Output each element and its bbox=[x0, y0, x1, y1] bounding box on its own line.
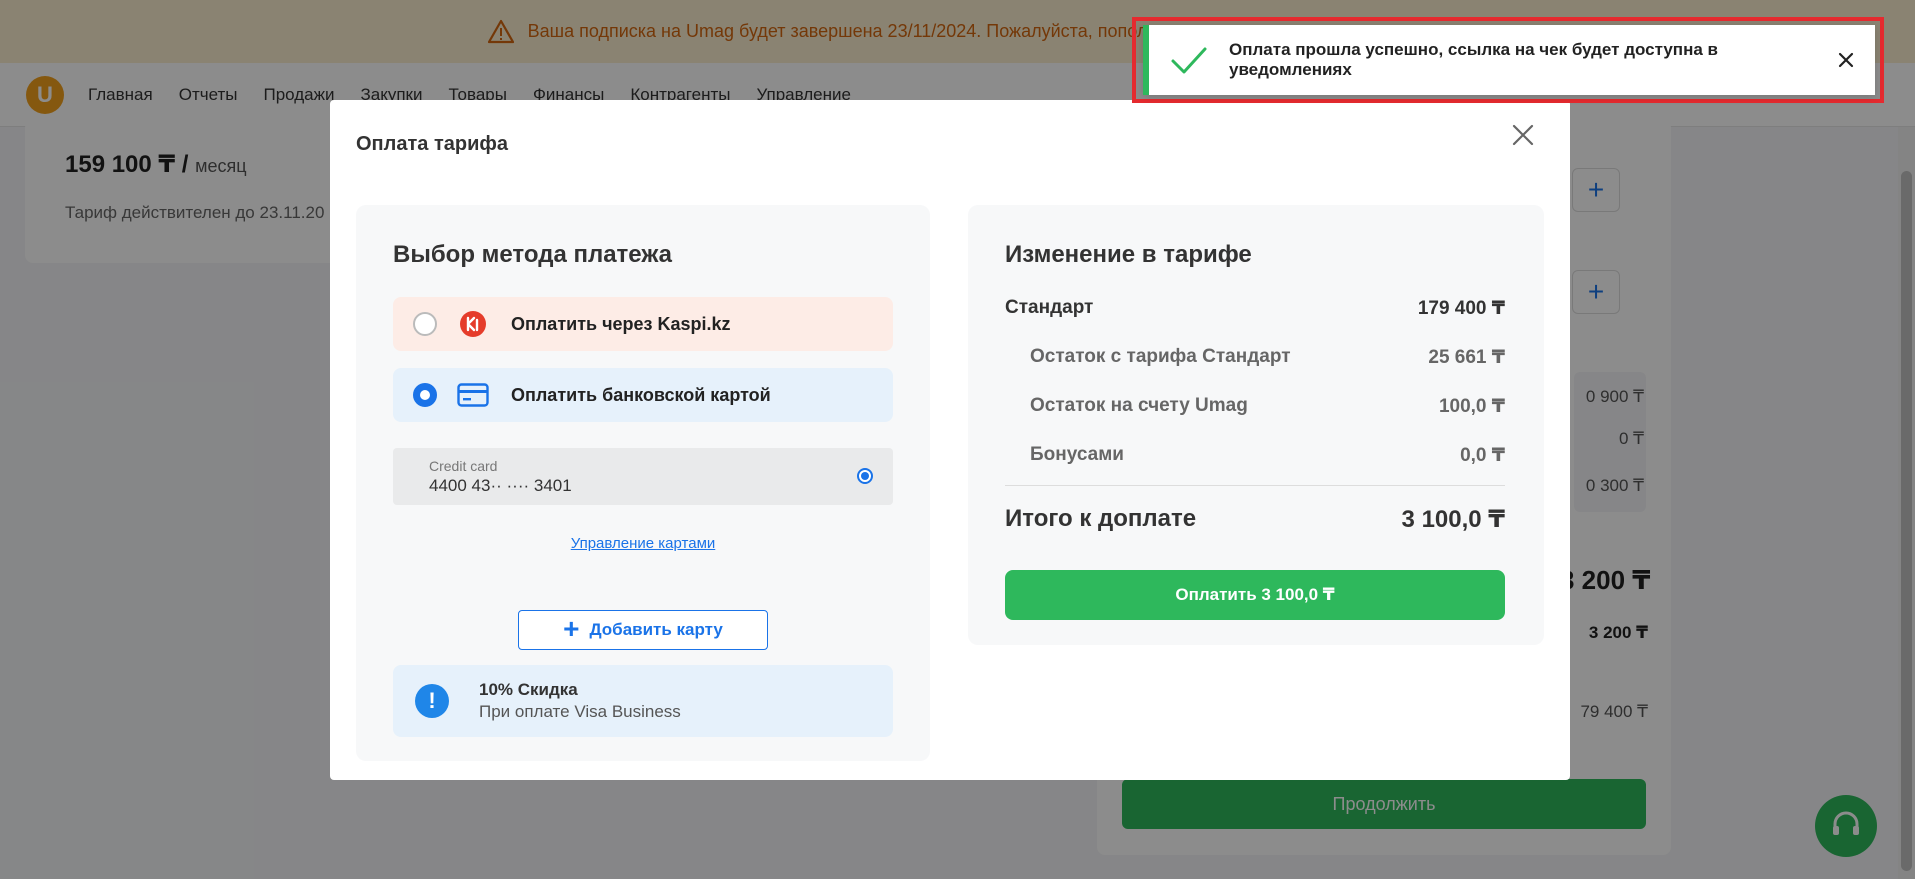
total-value: 3 100,0 ₸ bbox=[1401, 506, 1505, 533]
manage-cards-link[interactable]: Управление картами bbox=[393, 535, 893, 552]
payment-method-panel: Выбор метода платежа Оплатить через Kasp… bbox=[356, 205, 930, 761]
plan-value: 179 400 ₸ bbox=[1417, 298, 1505, 319]
saved-card-radio[interactable] bbox=[857, 468, 873, 484]
success-toast: Оплата прошла успешно, ссылка на чек буд… bbox=[1143, 25, 1875, 95]
info-exclamation-icon: ! bbox=[415, 684, 449, 718]
pay-kaspi-option[interactable]: Оплатить через Kaspi.kz bbox=[393, 297, 893, 351]
close-icon bbox=[1838, 52, 1854, 68]
plan-label: Стандарт bbox=[1005, 297, 1094, 318]
summary-item-value: 100,0 ₸ bbox=[1438, 396, 1505, 417]
saved-card-label: Credit card bbox=[429, 458, 498, 474]
toast-message: Оплата прошла успешно, ссылка на чек буд… bbox=[1229, 40, 1718, 79]
kaspi-icon bbox=[457, 308, 489, 340]
discount-title: 10% Скидка bbox=[479, 680, 578, 699]
summary-item-row: Остаток на счету Umag 100,0 ₸ bbox=[1030, 395, 1505, 418]
total-row: Итого к доплате 3 100,0 ₸ bbox=[1005, 505, 1505, 534]
kaspi-radio[interactable] bbox=[413, 312, 437, 336]
close-icon bbox=[1512, 124, 1534, 146]
summary-item-row: Остаток с тарифа Стандарт 25 661 ₸ bbox=[1030, 346, 1505, 369]
tariff-change-panel: Изменение в тарифе Стандарт 179 400 ₸ Ос… bbox=[968, 205, 1544, 645]
discount-notice: ! 10% Скидка При оплате Visa Business bbox=[393, 665, 893, 737]
check-icon bbox=[1171, 47, 1207, 74]
payment-modal: Оплата тарифа Выбор метода платежа Оплат… bbox=[330, 100, 1570, 780]
summary-item-row: Бонусами 0,0 ₸ bbox=[1030, 444, 1505, 467]
discount-subtitle: При оплате Visa Business bbox=[479, 702, 681, 721]
summary-item-value: 25 661 ₸ bbox=[1428, 347, 1505, 368]
summary-divider bbox=[1005, 485, 1505, 486]
summary-item-label: Остаток на счету Umag bbox=[1030, 395, 1248, 416]
card-radio[interactable] bbox=[413, 383, 437, 407]
summary-item-label: Бонусами bbox=[1030, 444, 1124, 465]
summary-item-value: 0,0 ₸ bbox=[1460, 445, 1505, 466]
add-card-button[interactable]: + Добавить карту bbox=[518, 610, 768, 650]
total-label: Итого к доплате bbox=[1005, 505, 1197, 532]
card-option-label: Оплатить банковской картой bbox=[511, 384, 771, 405]
saved-card-number: 4400 43·· ···· 3401 bbox=[429, 476, 572, 495]
modal-close-button[interactable] bbox=[1506, 118, 1540, 152]
add-card-label: Добавить карту bbox=[589, 620, 723, 639]
credit-card-icon bbox=[457, 379, 489, 411]
summary-item-label: Остаток с тарифа Стандарт bbox=[1030, 346, 1291, 367]
tariff-change-title: Изменение в тарифе bbox=[1005, 241, 1252, 268]
pay-button[interactable]: Оплатить 3 100,0 ₸ bbox=[1005, 570, 1505, 620]
plan-row: Стандарт 179 400 ₸ bbox=[1005, 297, 1505, 320]
pay-card-option[interactable]: Оплатить банковской картой bbox=[393, 368, 893, 422]
saved-card-item[interactable]: Credit card 4400 43·· ···· 3401 bbox=[393, 448, 893, 505]
toast-close-button[interactable] bbox=[1831, 45, 1861, 75]
plus-icon: + bbox=[563, 612, 580, 644]
kaspi-option-label: Оплатить через Kaspi.kz bbox=[511, 313, 731, 334]
payment-method-title: Выбор метода платежа bbox=[393, 241, 672, 268]
modal-title: Оплата тарифа bbox=[356, 133, 508, 155]
